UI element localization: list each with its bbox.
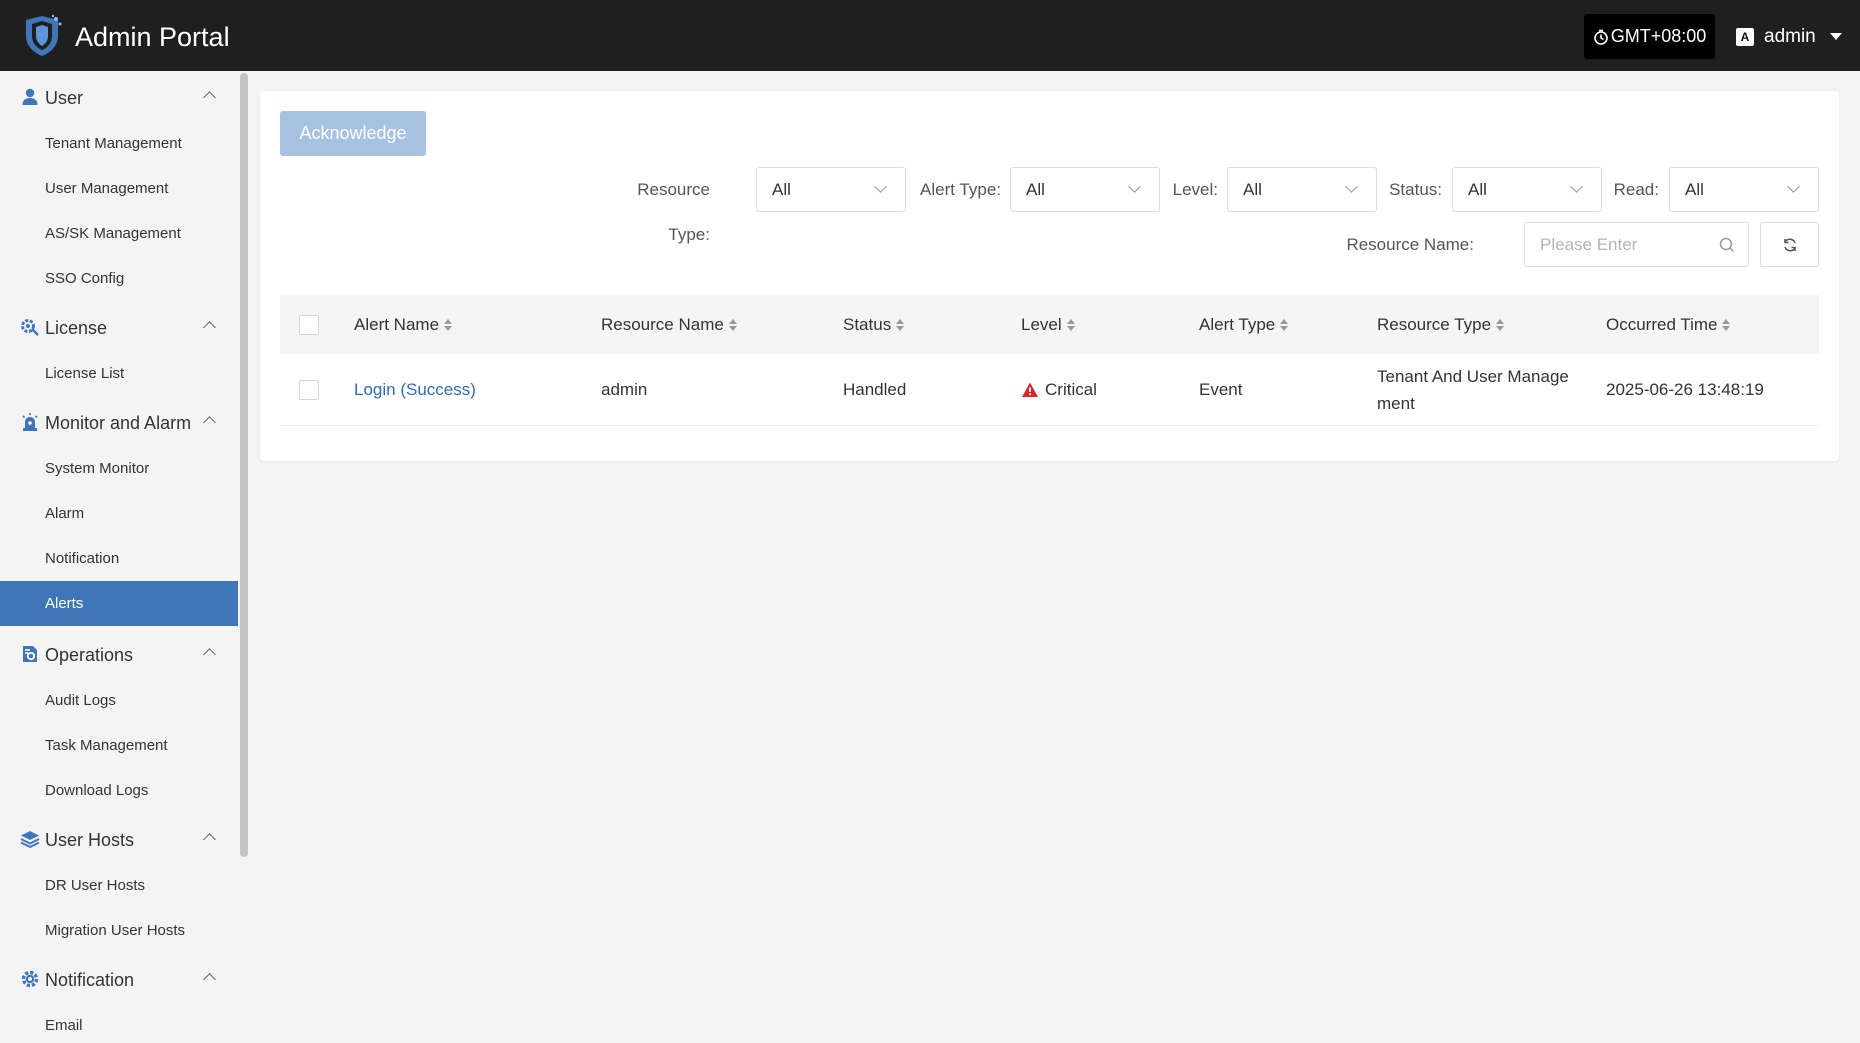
shield-logo-icon bbox=[26, 14, 62, 56]
chevron-up-icon bbox=[203, 91, 216, 104]
level-label: Level: bbox=[1172, 180, 1218, 199]
column-header-resource-name[interactable]: Resource Name bbox=[601, 295, 737, 354]
alert-type-cell: Event bbox=[1199, 379, 1243, 399]
alarm-icon bbox=[22, 413, 38, 431]
chevron-up-icon bbox=[203, 321, 216, 334]
sidebar-item-audit-logs[interactable]: Audit Logs bbox=[0, 678, 238, 723]
resource-name-cell: admin bbox=[601, 379, 648, 399]
gear-icon bbox=[21, 970, 39, 988]
warning-triangle-icon bbox=[1022, 382, 1038, 397]
layers-icon bbox=[20, 831, 40, 849]
timezone-label: GMT+08:00 bbox=[1610, 26, 1707, 46]
sidebar-item-task-management[interactable]: Task Management bbox=[0, 723, 238, 768]
chevron-down-icon bbox=[1787, 180, 1800, 193]
sidebar-item-email[interactable]: Email bbox=[0, 1003, 238, 1043]
sidebar-item-download-logs[interactable]: Download Logs bbox=[0, 768, 238, 813]
sidebar-item-sso-config[interactable]: SSO Config bbox=[0, 256, 238, 301]
status-select[interactable]: All bbox=[1452, 167, 1602, 212]
sidebar-item-license-list[interactable]: License List bbox=[0, 351, 238, 396]
chevron-up-icon bbox=[203, 833, 216, 846]
read-select[interactable]: All bbox=[1669, 167, 1819, 212]
sidebar-item-system-monitor[interactable]: System Monitor bbox=[0, 446, 238, 491]
search-icon[interactable] bbox=[1718, 236, 1736, 254]
chevron-up-icon bbox=[203, 973, 216, 986]
status-label: Status: bbox=[1389, 180, 1442, 199]
resource-name-input[interactable] bbox=[1525, 223, 1705, 266]
column-header-resource-type[interactable]: Resource Type bbox=[1377, 295, 1505, 354]
select-all-checkbox[interactable] bbox=[299, 314, 319, 335]
column-header-alert-name[interactable]: Alert Name bbox=[354, 295, 453, 354]
sort-icon[interactable] bbox=[1066, 318, 1075, 332]
user-menu[interactable]: A admin bbox=[1736, 14, 1842, 59]
sidebar-item-migration-user-hosts[interactable]: Migration User Hosts bbox=[0, 908, 238, 953]
status-cell: Handled bbox=[843, 379, 907, 399]
username: admin bbox=[1764, 25, 1816, 47]
column-header-occurred-time[interactable]: Occurred Time bbox=[1606, 295, 1731, 354]
sidebar-item-assk-management[interactable]: AS/SK Management bbox=[0, 211, 238, 256]
level-select[interactable]: All bbox=[1227, 167, 1377, 212]
refresh-button[interactable] bbox=[1760, 222, 1819, 267]
read-label: Read: bbox=[1613, 180, 1659, 199]
sort-icon[interactable] bbox=[728, 318, 737, 332]
sidebar-group-monitor-and-alarm[interactable]: Monitor and Alarm bbox=[0, 398, 238, 446]
operations-icon bbox=[23, 646, 37, 662]
alert-name-link[interactable]: Login (Success) bbox=[354, 380, 476, 400]
resource-name-search bbox=[1524, 222, 1749, 267]
chevron-down-icon bbox=[1570, 180, 1583, 193]
sidebar: User Tenant Management User Management A… bbox=[0, 71, 238, 1043]
caret-down-icon bbox=[1829, 33, 1842, 40]
acknowledge-button[interactable]: Acknowledge bbox=[280, 111, 426, 156]
scrollbar-thumb[interactable] bbox=[240, 73, 248, 857]
sidebar-group-notification[interactable]: Notification bbox=[0, 955, 238, 1003]
sidebar-item-alerts[interactable]: Alerts bbox=[0, 581, 238, 626]
sidebar-item-dr-user-hosts[interactable]: DR User Hosts bbox=[0, 863, 238, 908]
sort-icon[interactable] bbox=[896, 318, 905, 332]
top-header: Admin Portal GMT+08:00 A admin bbox=[0, 0, 1860, 71]
user-icon bbox=[22, 88, 38, 105]
chevron-down-icon bbox=[1128, 180, 1141, 193]
clock-icon bbox=[1593, 29, 1608, 45]
sidebar-group-user-hosts[interactable]: User Hosts bbox=[0, 815, 238, 863]
resource-type-cell: Tenant And User Manage ment bbox=[1377, 366, 1569, 413]
chevron-up-icon bbox=[203, 648, 216, 661]
sidebar-item-notification[interactable]: Notification bbox=[0, 536, 238, 581]
chevron-down-icon bbox=[874, 180, 887, 193]
alert-type-label: Alert Type: bbox=[920, 180, 1001, 199]
app-title: Admin Portal bbox=[75, 22, 230, 52]
sidebar-scrollbar[interactable] bbox=[238, 71, 250, 1043]
row-checkbox[interactable] bbox=[299, 379, 319, 400]
sidebar-group-license[interactable]: License bbox=[0, 303, 238, 351]
sort-icon[interactable] bbox=[1496, 318, 1505, 332]
level-text: Critical bbox=[1045, 379, 1097, 399]
sidebar-group-operations[interactable]: Operations bbox=[0, 630, 238, 678]
timezone-button[interactable]: GMT+08:00 bbox=[1584, 14, 1715, 59]
occurred-time-cell: 2025-06-26 13:48:19 bbox=[1606, 379, 1764, 399]
sidebar-item-user-management[interactable]: User Management bbox=[0, 166, 238, 211]
column-header-alert-type[interactable]: Alert Type bbox=[1199, 295, 1289, 354]
sort-icon[interactable] bbox=[1722, 318, 1731, 332]
alert-type-select[interactable]: All bbox=[1010, 167, 1160, 212]
table-row: Login (Success) admin Handled Critical E… bbox=[280, 354, 1819, 426]
license-gear-icon bbox=[21, 319, 39, 336]
column-header-status[interactable]: Status bbox=[843, 295, 905, 354]
sidebar-item-alarm[interactable]: Alarm bbox=[0, 491, 238, 536]
chevron-up-icon bbox=[203, 416, 216, 429]
resource-name-label: Resource Name: bbox=[1346, 235, 1474, 254]
resource-type-select[interactable]: All bbox=[756, 167, 906, 212]
refresh-icon bbox=[1783, 237, 1796, 252]
sidebar-item-tenant-management[interactable]: Tenant Management bbox=[0, 121, 238, 166]
column-header-level[interactable]: Level bbox=[1021, 295, 1075, 354]
resource-type-label: Resource Type: bbox=[637, 180, 710, 244]
language-icon[interactable]: A bbox=[1736, 27, 1754, 46]
sidebar-group-user[interactable]: User bbox=[0, 73, 238, 121]
alerts-panel: Acknowledge Resource Type: All Alert Typ… bbox=[260, 91, 1839, 461]
sort-icon[interactable] bbox=[444, 318, 453, 332]
table-header: Alert Name Resource Name Status Level Al… bbox=[280, 295, 1819, 354]
chevron-down-icon bbox=[1345, 180, 1358, 193]
level-cell: Critical bbox=[1021, 354, 1097, 425]
sort-icon[interactable] bbox=[1280, 318, 1289, 332]
